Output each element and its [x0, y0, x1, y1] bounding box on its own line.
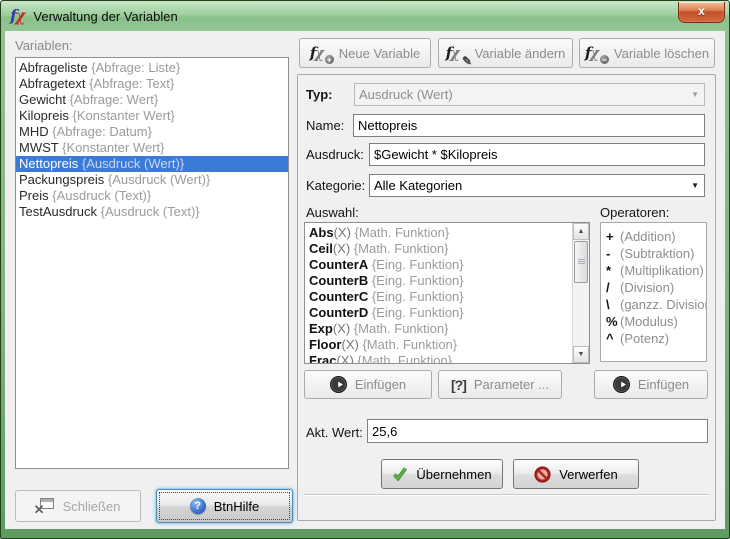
- new-variable-label: Neue Variable: [339, 46, 420, 61]
- functions-listbox[interactable]: Abs(X) {Math. Funktion}Ceil(X) {Math. Fu…: [304, 222, 590, 364]
- variable-list-item[interactable]: Abfragetext {Abfrage: Text}: [16, 76, 288, 92]
- selection-label: Auswahl:: [306, 205, 359, 220]
- function-list-item[interactable]: CounterB {Eing. Funktion}: [305, 273, 572, 289]
- chevron-down-icon: ▼: [691, 182, 699, 190]
- schliessen-label: Schließen: [63, 499, 121, 514]
- variables-label: Variablen:: [15, 38, 73, 53]
- discard-label: Verwerfen: [559, 467, 618, 482]
- operator-list-item[interactable]: *(Multiplikation): [601, 262, 706, 279]
- function-list-item[interactable]: Exp(X) {Math. Funktion}: [305, 321, 572, 337]
- current-value-label: Akt. Wert:: [306, 425, 363, 440]
- operator-list-item[interactable]: +(Addition): [601, 228, 706, 245]
- scroll-up-icon[interactable]: ▲: [573, 223, 589, 240]
- fx-plus-icon: fχ+: [310, 46, 332, 61]
- operators-label: Operatoren:: [600, 205, 669, 220]
- variable-list-item[interactable]: MHD {Abfrage: Datum}: [16, 124, 288, 140]
- scrollbar-thumb[interactable]: [574, 241, 588, 283]
- typ-dropdown: Ausdruck (Wert) ▼: [354, 83, 705, 106]
- expression-label: Ausdruck:: [306, 147, 364, 162]
- change-variable-button[interactable]: fχ✎ Variable ändern: [438, 38, 573, 68]
- operator-list-item[interactable]: -(Subtraktion): [601, 245, 706, 262]
- close-icon[interactable]: x: [678, 2, 725, 23]
- delete-variable-label: Variable löschen: [614, 46, 709, 61]
- dialog-client-area: Variablen: Abfrageliste {Abfrage: Liste}…: [5, 31, 725, 529]
- variables-listbox[interactable]: Abfrageliste {Abfrage: Liste}Abfragetext…: [15, 57, 289, 469]
- check-icon: [392, 466, 408, 482]
- operator-list-item[interactable]: \(ganzz. Division): [601, 296, 706, 313]
- insert-function-label: Einfügen: [355, 377, 406, 392]
- fx-app-icon: fχ: [10, 8, 25, 24]
- function-list-item[interactable]: CounterC {Eing. Funktion}: [305, 289, 572, 305]
- name-label: Name:: [306, 118, 344, 133]
- help-label: BtnHilfe: [214, 499, 260, 514]
- help-icon: ?: [190, 498, 206, 514]
- category-label: Kategorie:: [306, 178, 365, 193]
- variable-list-item[interactable]: Nettopreis {Ausdruck (Wert)}: [16, 156, 288, 172]
- variable-list-item[interactable]: Kilopreis {Konstanter Wert}: [16, 108, 288, 124]
- insert-function-button[interactable]: Einfügen: [304, 370, 432, 399]
- operator-list-item[interactable]: ^(Potenz): [601, 330, 706, 347]
- operators-listbox[interactable]: +(Addition)-(Subtraktion)*(Multiplikatio…: [600, 222, 707, 362]
- arrow-right-icon: [330, 376, 347, 393]
- expression-input[interactable]: [369, 143, 705, 166]
- operator-list-item[interactable]: %(Modulus): [601, 313, 706, 330]
- help-button[interactable]: ? BtnHilfe: [156, 489, 293, 523]
- function-list-item[interactable]: CounterA {Eing. Funktion}: [305, 257, 572, 273]
- function-list-item[interactable]: CounterD {Eing. Funktion}: [305, 305, 572, 321]
- variable-list-item[interactable]: Abfrageliste {Abfrage: Liste}: [16, 60, 288, 76]
- prohibition-icon: [534, 466, 551, 483]
- delete-variable-button[interactable]: fχ− Variable löschen: [579, 38, 715, 68]
- functions-rows: Abs(X) {Math. Funktion}Ceil(X) {Math. Fu…: [305, 225, 589, 364]
- variable-editor-groupbox: Typ: Ausdruck (Wert) ▼ Name: Ausdruck: K…: [297, 74, 716, 521]
- typ-value: Ausdruck (Wert): [359, 87, 453, 102]
- new-variable-button[interactable]: fχ+ Neue Variable: [299, 38, 431, 68]
- dialog-window: fχ Verwaltung der Variablen x Variablen:…: [0, 0, 730, 539]
- fx-minus-icon: fχ−: [585, 46, 607, 61]
- parameter-label: Parameter ...: [474, 377, 549, 392]
- divider: [304, 494, 709, 495]
- variable-list-item[interactable]: Preis {Ausdruck (Text)}: [16, 188, 288, 204]
- parameter-icon: [?]: [451, 377, 466, 393]
- variable-list-item[interactable]: TestAusdruck {Ausdruck (Text)}: [16, 204, 288, 220]
- thumb-grip: [578, 259, 585, 260]
- typ-label: Typ:: [306, 87, 332, 102]
- insert-operator-label: Einfügen: [638, 377, 689, 392]
- chevron-down-icon: ▼: [691, 91, 699, 99]
- window-close-icon: ✕: [36, 498, 54, 514]
- scroll-down-icon[interactable]: ▼: [573, 346, 589, 363]
- change-variable-label: Variable ändern: [475, 46, 566, 61]
- apply-button[interactable]: Übernehmen: [381, 459, 503, 489]
- title-bar: fχ Verwaltung der Variablen: [1, 1, 729, 31]
- name-input[interactable]: [353, 114, 705, 137]
- fx-pencil-icon: fχ✎: [446, 46, 468, 61]
- current-value-input[interactable]: [367, 419, 708, 443]
- insert-operator-button[interactable]: Einfügen: [594, 370, 708, 399]
- variable-list-item[interactable]: Gewicht {Abfrage: Wert}: [16, 92, 288, 108]
- parameter-button[interactable]: [?] Parameter ...: [438, 370, 562, 399]
- variable-list-item[interactable]: Packungspreis {Ausdruck (Wert)}: [16, 172, 288, 188]
- function-list-item[interactable]: Floor(X) {Math. Funktion}: [305, 337, 572, 353]
- category-dropdown[interactable]: Alle Kategorien ▼: [369, 174, 705, 197]
- variable-list-item[interactable]: MWST {Konstanter Wert}: [16, 140, 288, 156]
- window-title: Verwaltung der Variablen: [33, 9, 177, 24]
- category-value: Alle Kategorien: [374, 178, 462, 193]
- functions-scrollbar[interactable]: ▲ ▼: [572, 223, 589, 363]
- function-list-item[interactable]: Frac(X) {Math. Funktion}: [305, 353, 572, 364]
- schliessen-button[interactable]: ✕ Schließen: [15, 490, 141, 522]
- arrow-right-icon: [613, 376, 630, 393]
- function-list-item[interactable]: Ceil(X) {Math. Funktion}: [305, 241, 572, 257]
- apply-label: Übernehmen: [416, 467, 491, 482]
- discard-button[interactable]: Verwerfen: [513, 459, 639, 489]
- function-list-item[interactable]: Abs(X) {Math. Funktion}: [305, 225, 572, 241]
- operator-list-item[interactable]: /(Division): [601, 279, 706, 296]
